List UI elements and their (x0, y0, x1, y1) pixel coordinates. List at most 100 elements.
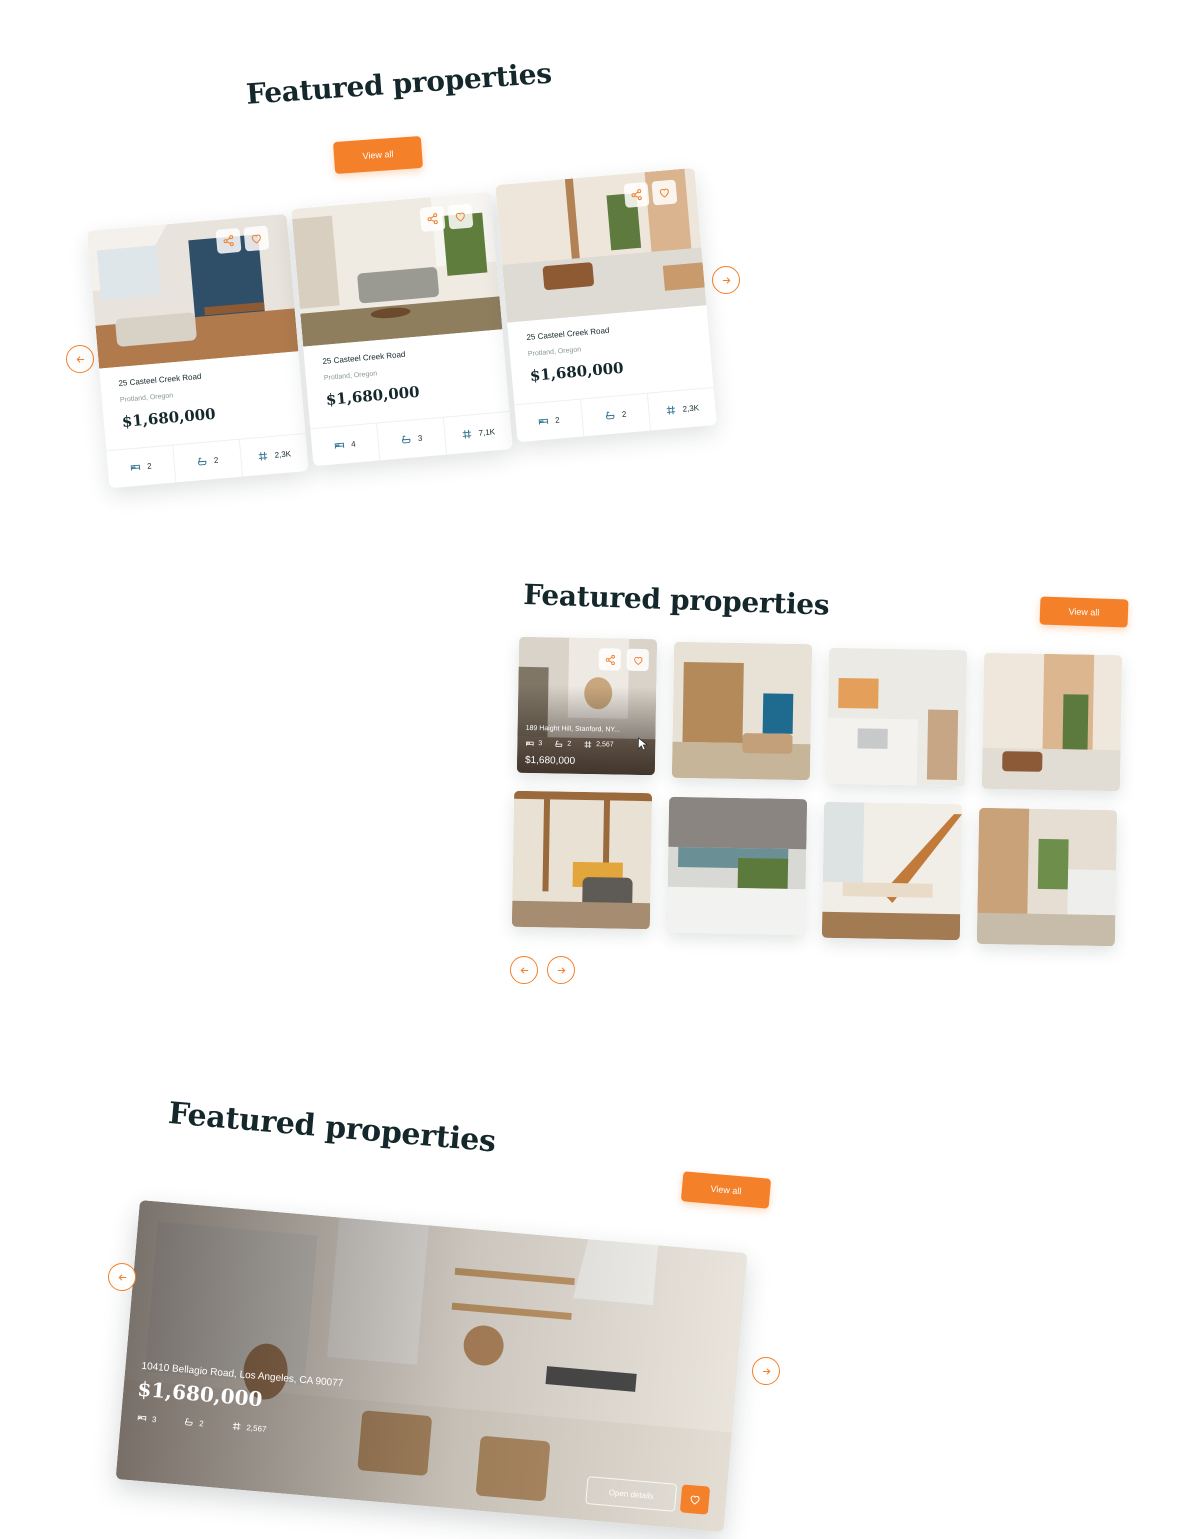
property-tile-featured[interactable]: 189 Haight Hill, Stanford, NY... 3 2 2,5… (516, 636, 658, 776)
bath-icon (196, 456, 208, 468)
share-button[interactable] (419, 205, 446, 232)
arrow-right-icon (721, 275, 732, 286)
baths-stat: 3 (377, 417, 448, 461)
beds-count: 2 (146, 461, 152, 471)
carousel-prev-button[interactable] (108, 1263, 136, 1291)
featured-grid-section: Featured properties View all 189 Haight … (0, 540, 1201, 1040)
property-tile[interactable] (981, 652, 1123, 792)
property-tile[interactable] (826, 647, 968, 787)
property-card[interactable]: 25 Casteel Creek Road Protland, Oregon $… (87, 213, 309, 489)
bath-icon (604, 410, 616, 422)
baths-count: 2 (621, 409, 627, 420)
bath-icon (400, 434, 412, 446)
heart-icon (689, 1493, 702, 1506)
share-icon (426, 212, 439, 225)
baths-stat: 2 (581, 393, 652, 437)
favorite-button[interactable] (447, 203, 474, 230)
share-button[interactable] (598, 648, 622, 671)
carousel-prev-button[interactable] (510, 956, 538, 984)
property-tile[interactable] (976, 807, 1118, 947)
property-address: 25 Casteel Creek Road (118, 371, 202, 389)
section-title: Featured properties (166, 1096, 498, 1160)
bed-icon (538, 415, 550, 427)
baths-count: 3 (417, 433, 423, 444)
arrow-left-icon (117, 1272, 128, 1283)
arrow-left-icon (519, 965, 530, 976)
property-stats: 2 2 2,3K (106, 432, 309, 489)
carousel-next-button[interactable] (752, 1357, 780, 1385)
area-icon (665, 404, 677, 416)
property-card[interactable]: 25 Casteel Creek Road Protland, Oregon $… (495, 167, 717, 443)
property-city: Protland, Oregon (527, 346, 582, 358)
beds-stat: 3 (137, 1413, 157, 1425)
property-photo (976, 807, 1118, 947)
view-all-button[interactable]: View all (332, 135, 424, 175)
heart-icon (454, 210, 467, 223)
bed-icon (130, 461, 142, 473)
beds-count: 3 (151, 1414, 157, 1424)
section-title: Featured properties (522, 578, 830, 622)
baths-count: 2 (213, 455, 219, 466)
beds-count: 2 (554, 415, 560, 425)
baths-stat: 2 (184, 1417, 204, 1429)
featured-hero-section: Featured properties View all 10410 Bella… (0, 1080, 1201, 1539)
property-photo (666, 796, 808, 936)
favorite-button[interactable] (626, 648, 650, 672)
favorite-button[interactable] (243, 225, 270, 252)
share-button[interactable] (215, 227, 242, 254)
area-icon (461, 428, 473, 440)
bed-icon (334, 439, 346, 451)
baths-stat: 2 (554, 739, 571, 748)
property-photo (511, 790, 653, 930)
heart-icon (658, 186, 671, 199)
property-price: $1,680,000 (524, 754, 576, 767)
view-all-button[interactable]: View all (1039, 596, 1129, 628)
property-price: $1,680,000 (529, 358, 625, 385)
share-button[interactable] (623, 181, 650, 208)
property-card[interactable]: 25 Casteel Creek Road Protland, Oregon $… (291, 191, 513, 467)
bath-icon (184, 1417, 195, 1428)
property-hero-card[interactable]: 10410 Bellagio Road, Los Angeles, CA 900… (115, 1200, 748, 1533)
beds-stat: 2 (514, 399, 585, 443)
share-icon (630, 188, 643, 201)
beds-stat: 2 (106, 445, 177, 489)
beds-count: 3 (538, 740, 543, 748)
property-stats: 2 2 2,3K (514, 386, 717, 443)
arrow-left-icon (75, 354, 86, 365)
carousel-prev-button[interactable] (66, 345, 94, 373)
view-all-button[interactable]: View all (680, 1171, 772, 1209)
property-price: $1,680,000 (121, 404, 217, 431)
section-title: Featured properties (245, 56, 553, 111)
property-tile[interactable] (511, 790, 653, 930)
beds-count: 4 (350, 439, 356, 449)
arrow-right-icon (556, 965, 567, 976)
property-price: $1,680,000 (325, 382, 421, 409)
beds-stat: 4 (310, 423, 381, 467)
area-value: 7,1K (478, 427, 496, 438)
property-stats: 3 2 2,567 (525, 739, 614, 750)
property-city: Protland, Oregon (119, 392, 174, 404)
cursor-icon (637, 737, 648, 751)
baths-count: 2 (567, 740, 572, 748)
area-value: 2,567 (596, 741, 614, 749)
property-address: 25 Casteel Creek Road (322, 349, 406, 367)
arrow-right-icon (761, 1366, 772, 1377)
property-tile[interactable] (666, 796, 808, 936)
carousel-next-button[interactable] (712, 266, 740, 294)
heart-icon (250, 232, 263, 245)
featured-carousel-section: Featured properties View all 25 Casteel … (0, 0, 800, 500)
area-stat: 2,3K (240, 434, 309, 477)
favorite-button[interactable] (651, 179, 678, 206)
favorite-button[interactable] (679, 1484, 711, 1515)
property-city: Protland, Oregon (323, 370, 378, 382)
property-photo (981, 652, 1123, 792)
area-stat: 2,3K (648, 388, 717, 431)
share-icon (604, 654, 615, 665)
area-icon (257, 450, 269, 462)
property-tile[interactable] (821, 801, 963, 941)
property-photo (821, 801, 963, 941)
area-stat: 7,1K (444, 412, 513, 455)
baths-count: 2 (198, 1418, 205, 1428)
carousel-next-button[interactable] (547, 956, 575, 984)
property-tile[interactable] (671, 641, 813, 781)
